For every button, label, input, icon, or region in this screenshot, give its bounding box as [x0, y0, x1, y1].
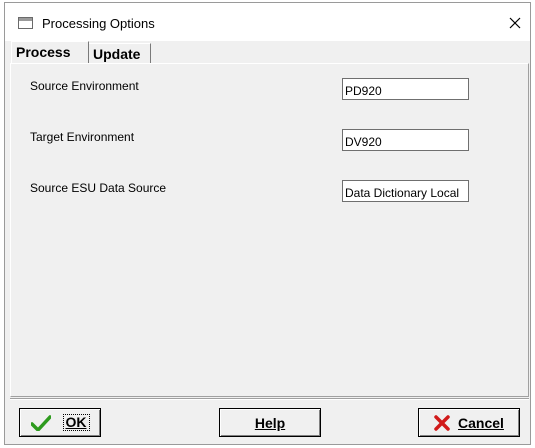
source-esu-data-source-input[interactable]	[342, 180, 469, 202]
cancel-label: Cancel	[458, 414, 504, 431]
process-tab-panel: Source Environment Target Environment So…	[10, 63, 529, 397]
target-environment-input[interactable]	[342, 129, 469, 151]
tab-strip: Process Update	[5, 41, 530, 65]
cancel-button[interactable]: Cancel	[418, 408, 520, 437]
ok-button[interactable]: OK	[19, 408, 101, 437]
ok-label: OK	[62, 414, 90, 431]
help-button[interactable]: Help	[219, 408, 321, 437]
source-environment-label: Source Environment	[30, 79, 139, 93]
target-environment-label: Target Environment	[30, 130, 135, 144]
footer-separator	[10, 398, 529, 400]
source-esu-data-source-label: Source ESU Data Source	[30, 181, 167, 195]
window-icon	[18, 17, 33, 29]
window-title: Processing Options	[42, 16, 155, 31]
processing-options-dialog: Processing Options Process Update Source…	[4, 2, 531, 445]
close-icon[interactable]	[501, 9, 529, 37]
source-environment-input[interactable]	[342, 78, 469, 100]
red-x-icon	[434, 414, 450, 431]
title-bar[interactable]: Processing Options	[5, 3, 530, 41]
tab-update[interactable]: Update	[89, 43, 151, 63]
checkmark-icon	[29, 414, 52, 432]
tab-process[interactable]: Process	[11, 41, 89, 63]
help-label: Help	[254, 414, 286, 431]
